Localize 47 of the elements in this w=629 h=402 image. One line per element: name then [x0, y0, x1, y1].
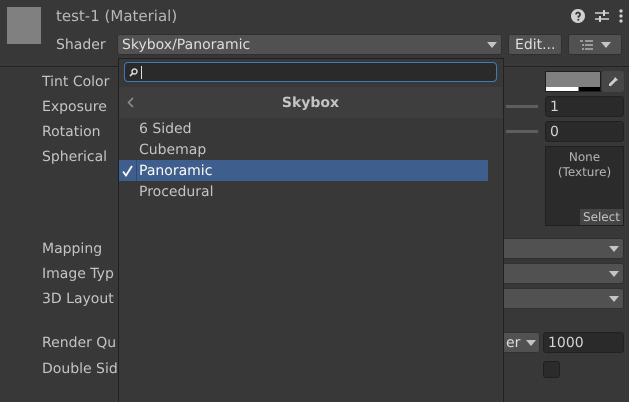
- checkmark-icon: [122, 164, 133, 176]
- color-swatch[interactable]: [545, 71, 601, 92]
- dropdown-caret-icon: [526, 340, 536, 346]
- property-label: Mapping: [41, 240, 104, 256]
- property-label: Image Typ: [41, 266, 115, 282]
- slider-track[interactable]: [506, 130, 538, 133]
- window-title: test-1 (Material): [56, 7, 178, 25]
- value-field[interactable]: 0: [545, 121, 624, 142]
- edit-button[interactable]: Edit...: [508, 34, 562, 55]
- dropdown-caret-icon: [609, 246, 619, 252]
- material-thumbnail: [7, 7, 41, 44]
- eyedropper-button[interactable]: [602, 71, 624, 92]
- select-button[interactable]: Select: [580, 209, 623, 225]
- property-label: Rotation: [41, 124, 102, 140]
- property-label: Render Qu: [41, 334, 118, 350]
- shader-option[interactable]: Cubemap: [119, 139, 488, 160]
- menu-button[interactable]: [568, 34, 622, 55]
- checkbox[interactable]: [543, 360, 560, 378]
- shader-label: Shader: [56, 36, 107, 52]
- shader-option[interactable]: Panoramic: [119, 160, 488, 181]
- property-label: 3D Layout: [41, 290, 115, 306]
- dropdown-caret-icon: [600, 42, 611, 48]
- sliders-icon[interactable]: [595, 9, 609, 23]
- texture-label: None (Texture): [556, 150, 612, 180]
- queue-field[interactable]: 1000: [543, 332, 624, 353]
- dropdown-caret-icon: [609, 270, 619, 276]
- more-icon[interactable]: [619, 9, 623, 23]
- help-icon[interactable]: [571, 9, 585, 23]
- shader-option[interactable]: Procedural: [119, 181, 488, 202]
- slider-track[interactable]: [506, 105, 538, 108]
- dropdown-caret-icon: [487, 42, 497, 48]
- dropdown-caret-icon: [609, 296, 619, 302]
- search-icon: [129, 68, 138, 76]
- texture-slot[interactable]: None (Texture) Select: [545, 146, 624, 226]
- property-label: Double Sid: [41, 361, 118, 377]
- property-label: Exposure: [41, 98, 108, 114]
- property-label: Tint Color: [41, 74, 110, 90]
- property-label: Spherical: [41, 149, 108, 165]
- shader-option[interactable]: 6 Sided: [119, 118, 488, 139]
- back-chevron-icon[interactable]: [127, 97, 134, 108]
- queue-dropdown[interactable]: er: [502, 332, 540, 353]
- shader-dropdown[interactable]: Skybox/Panoramic: [117, 34, 502, 55]
- list-icon: [580, 40, 593, 50]
- popup-title: Skybox: [280, 94, 340, 110]
- value-field[interactable]: 1: [545, 96, 624, 117]
- search-field[interactable]: [124, 62, 497, 82]
- eyedropper-icon: [607, 76, 619, 88]
